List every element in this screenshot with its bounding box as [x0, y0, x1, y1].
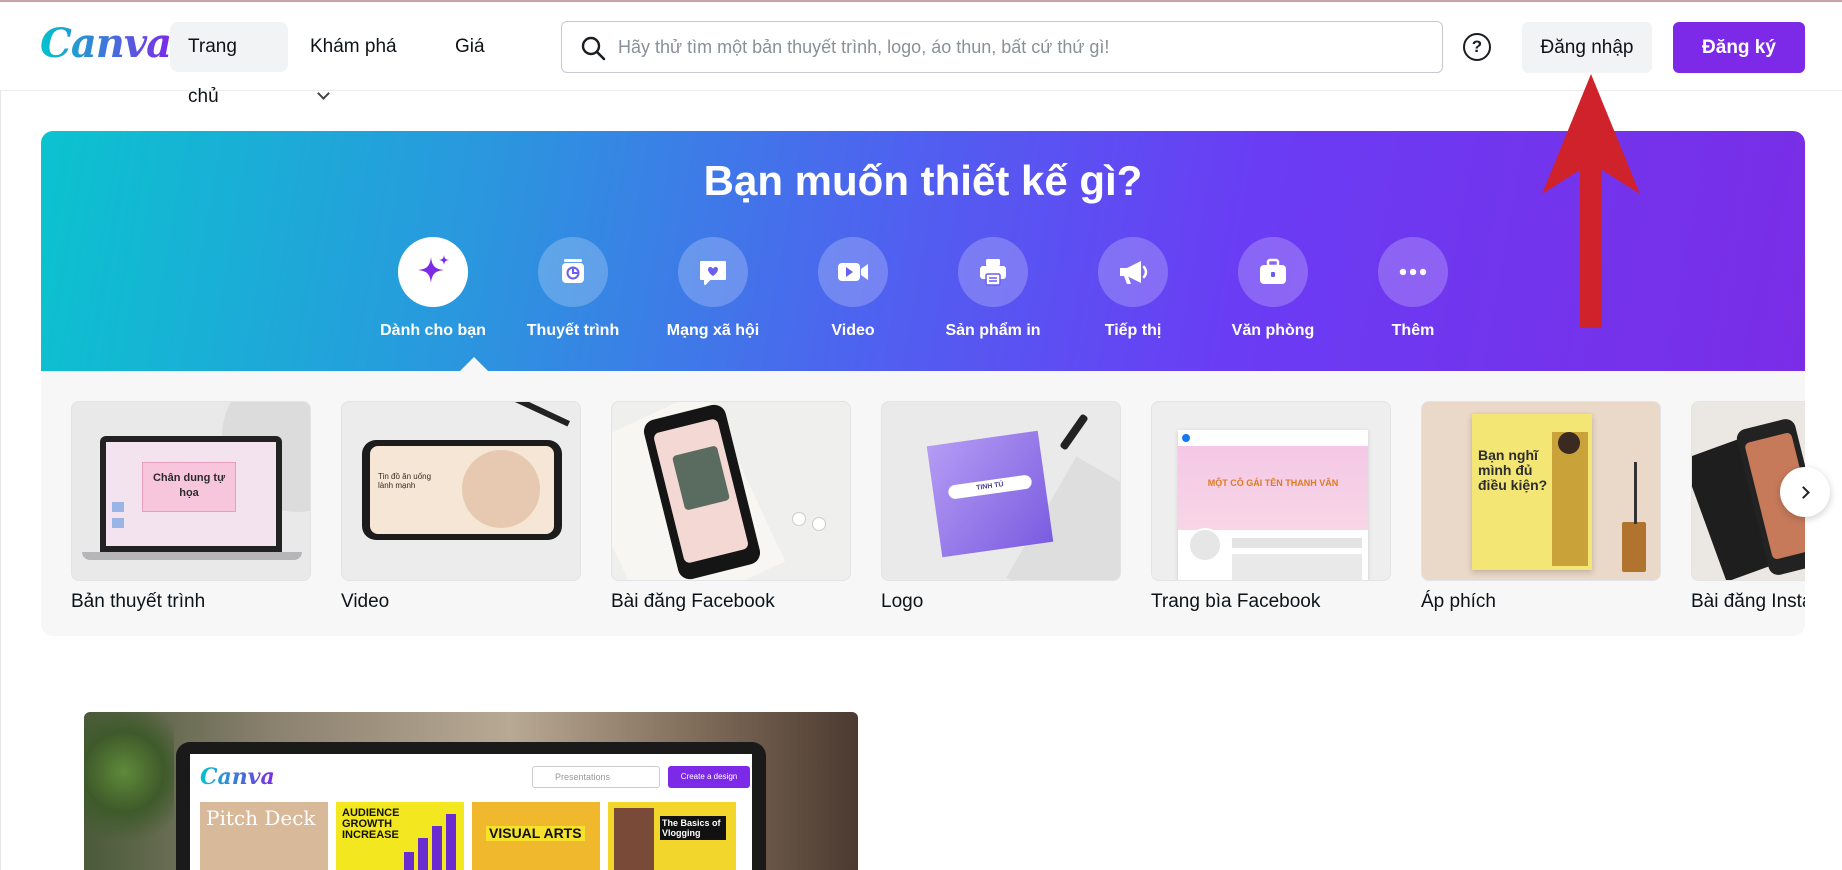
template-label: Bài đăng Facebook [611, 591, 775, 612]
template-label: Bài đăng Insta [1691, 591, 1805, 612]
template-thumbnail: TINH TÚ [881, 401, 1121, 581]
mini-card-text: VISUAL ARTS [486, 826, 585, 841]
canva-logo[interactable]: Canva [40, 20, 172, 67]
mini-card-text: AUDIENCE GROWTH INCREASE [342, 807, 400, 841]
mini-search-bar: Presentations [532, 766, 660, 788]
template-label: Logo [881, 591, 924, 612]
chevron-down-icon [317, 87, 330, 100]
search-input[interactable] [618, 22, 1418, 72]
window-edge [0, 0, 1, 870]
category-label: Mạng xã hội [666, 322, 760, 339]
nav-home-label: Trang chủ [188, 36, 237, 107]
mini-canva-logo: Canva [200, 764, 275, 790]
category-for-you[interactable]: Dành cho bạn [368, 237, 498, 340]
search-bar[interactable] [561, 21, 1443, 73]
template-label: Bản thuyết trình [71, 591, 206, 612]
help-icon[interactable]: ? [1463, 33, 1491, 61]
laptop-mockup: Canva Presentations Create a design Pitc… [176, 742, 766, 870]
nav-explore-label: Khám phá [310, 36, 397, 57]
mini-create-button: Create a design [668, 766, 750, 788]
category-label: Dành cho bạn [380, 322, 486, 339]
category-office[interactable]: Văn phòng [1208, 237, 1338, 340]
template-label: Áp phích [1421, 591, 1496, 612]
template-thumbnail: Chân dung tự họa [71, 401, 311, 581]
template-poster[interactable]: Bạn nghĩ mình đủ điều kiện? Áp phích [1421, 401, 1661, 613]
category-print[interactable]: Sản phẩm in [928, 237, 1058, 340]
template-thumbnail: Bạn nghĩ mình đủ điều kiện? [1421, 401, 1661, 581]
template-thumbnail: Tin đồ ăn uống lành mạnh [341, 401, 581, 581]
more-icon [1378, 237, 1448, 307]
chevron-right-icon [1796, 485, 1810, 499]
nav-pricing[interactable]: Giá [437, 22, 507, 72]
megaphone-icon [1098, 237, 1168, 307]
heart-chat-icon [678, 237, 748, 307]
category-marketing[interactable]: Tiếp thị [1068, 237, 1198, 340]
template-thumb-text: Tin đồ ăn uống lành mạnh [378, 472, 432, 490]
template-facebook-cover[interactable]: MỘT CÔ GÁI TÊN THANH VÂN Trang bìa Faceb… [1151, 401, 1391, 613]
template-label: Trang bìa Facebook [1151, 591, 1321, 612]
category-label: Văn phòng [1231, 322, 1315, 339]
template-carousel: Chân dung tự họa Bản thuyết trình Tin đồ… [41, 371, 1805, 636]
signup-button[interactable]: Đăng ký [1673, 22, 1805, 73]
template-video[interactable]: Tin đồ ăn uống lành mạnh Video [341, 401, 581, 613]
promo-image: Canva Presentations Create a design Pitc… [84, 712, 858, 870]
category-label: Thêm [1391, 322, 1435, 339]
login-button[interactable]: Đăng nhập [1522, 22, 1652, 73]
red-arrow-annotation [1542, 74, 1640, 328]
laptop-screen: Canva Presentations Create a design Pitc… [190, 754, 752, 870]
category-video[interactable]: Video [788, 237, 918, 340]
category-more[interactable]: Thêm [1348, 237, 1478, 340]
nav-home[interactable]: Trang chủ [170, 22, 288, 107]
mini-card-pitch-deck: Pitch Deck [200, 802, 328, 870]
mini-card-text: Pitch Deck [206, 806, 316, 830]
mini-card-vlogging: The Basics of Vlogging [608, 802, 736, 870]
template-thumbnail: MỘT CÔ GÁI TÊN THANH VÂN [1151, 401, 1391, 581]
presentation-icon [538, 237, 608, 307]
template-thumb-text: Chân dung tự họa [142, 462, 236, 512]
template-facebook-post[interactable]: Bài đăng Facebook [611, 401, 851, 613]
video-camera-icon [818, 237, 888, 307]
category-label: Sản phẩm in [945, 322, 1041, 339]
nav-explore[interactable]: Khám phá [292, 22, 424, 100]
carousel-next-button[interactable] [1780, 467, 1830, 517]
briefcase-icon [1238, 237, 1308, 307]
category-presentation[interactable]: Thuyết trình [508, 237, 638, 340]
category-label: Thuyết trình [526, 322, 620, 339]
nav-pricing-label: Giá [455, 36, 485, 57]
mini-card-visual-arts: VISUAL ARTS [472, 802, 600, 870]
search-icon [581, 36, 606, 61]
template-label: Video [341, 591, 390, 612]
template-presentation[interactable]: Chân dung tự họa Bản thuyết trình [71, 401, 311, 613]
category-social-media[interactable]: Mạng xã hội [648, 237, 778, 340]
template-thumb-text: MỘT CÔ GÁI TÊN THANH VÂN [1207, 478, 1339, 488]
sparkle-icon [398, 237, 468, 307]
template-thumb-text: Bạn nghĩ mình đủ điều kiện? [1478, 447, 1548, 493]
mini-card-text: The Basics of Vlogging [660, 816, 726, 840]
printer-icon [958, 237, 1028, 307]
active-category-indicator [459, 357, 489, 371]
template-thumbnail [611, 401, 851, 581]
template-logo[interactable]: TINH TÚ Logo [881, 401, 1121, 613]
category-label: Tiếp thị [1104, 322, 1162, 339]
category-label: Video [831, 322, 875, 339]
mini-card-audience-growth: AUDIENCE GROWTH INCREASE [336, 802, 464, 870]
